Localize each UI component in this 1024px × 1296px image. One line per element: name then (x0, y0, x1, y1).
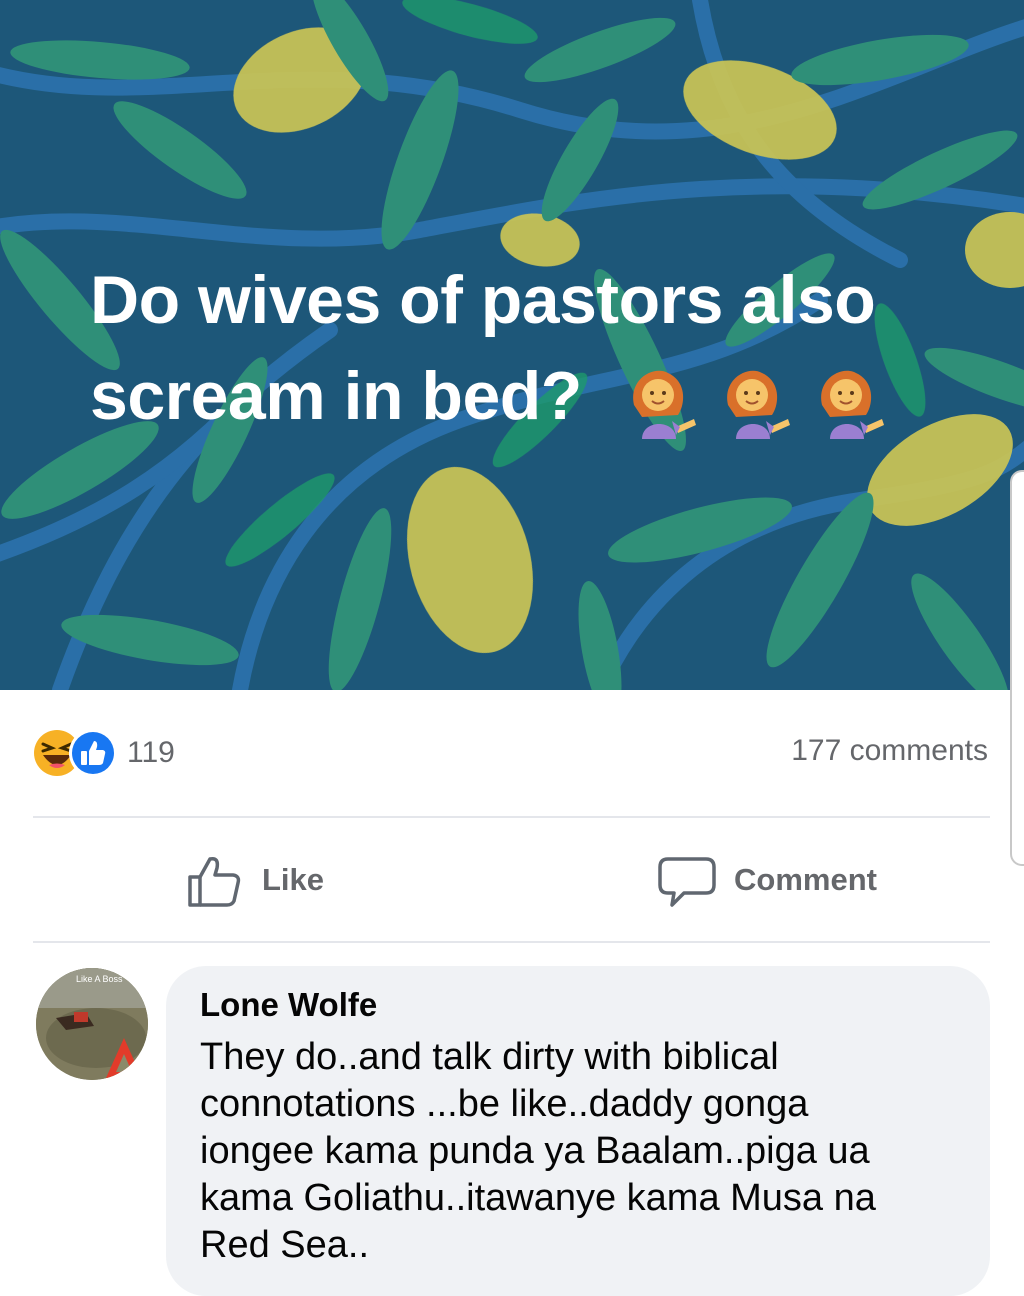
like-label: Like (262, 862, 325, 897)
avatar[interactable]: Like A Boss (36, 968, 148, 1080)
comment-text: They do..and talk dirty with biblical co… (200, 1034, 960, 1269)
divider (33, 941, 990, 943)
comments-count-link[interactable]: 177 comments (791, 734, 988, 768)
post-banner[interactable]: Do wives of pastors also scream in bed? (0, 0, 1024, 690)
divider (33, 816, 990, 818)
post-text-line-2: scream in bed? (90, 358, 582, 434)
comment-button[interactable]: Comment (658, 846, 877, 914)
like-reaction-icon (69, 729, 117, 777)
post-text-line-1: Do wives of pastors also (90, 262, 876, 338)
like-button[interactable]: Like (186, 846, 324, 914)
comment-author[interactable]: Lone Wolfe (200, 986, 377, 1024)
comment-line: kama Goliathu..itawanye kama Musa na (200, 1177, 876, 1219)
post-text: Do wives of pastors also scream in bed? (90, 252, 990, 444)
comment-label: Comment (734, 862, 877, 897)
thumbs-up-icon (188, 856, 241, 907)
avatar-image: Like A Boss (36, 968, 148, 1080)
speech-bubble-icon (658, 857, 716, 907)
emoji-group (620, 361, 888, 441)
reactions-summary[interactable]: 119 (33, 729, 175, 777)
comment-line: They do..and talk dirty with biblical (200, 1036, 779, 1078)
woman-tipping-hand-emoji (821, 370, 885, 440)
comment-line: Red Sea.. (200, 1224, 369, 1266)
comment-line: connotations ...be like..daddy gonga (200, 1083, 809, 1125)
comment-line: iongee kama punda ya Baalam..piga ua (200, 1130, 870, 1172)
reaction-count: 119 (127, 736, 175, 769)
scroll-handle[interactable] (1010, 470, 1024, 866)
woman-tipping-hand-emoji (727, 370, 791, 440)
woman-tipping-hand-emoji (633, 370, 697, 440)
avatar-caption: Like A Boss (76, 974, 123, 984)
